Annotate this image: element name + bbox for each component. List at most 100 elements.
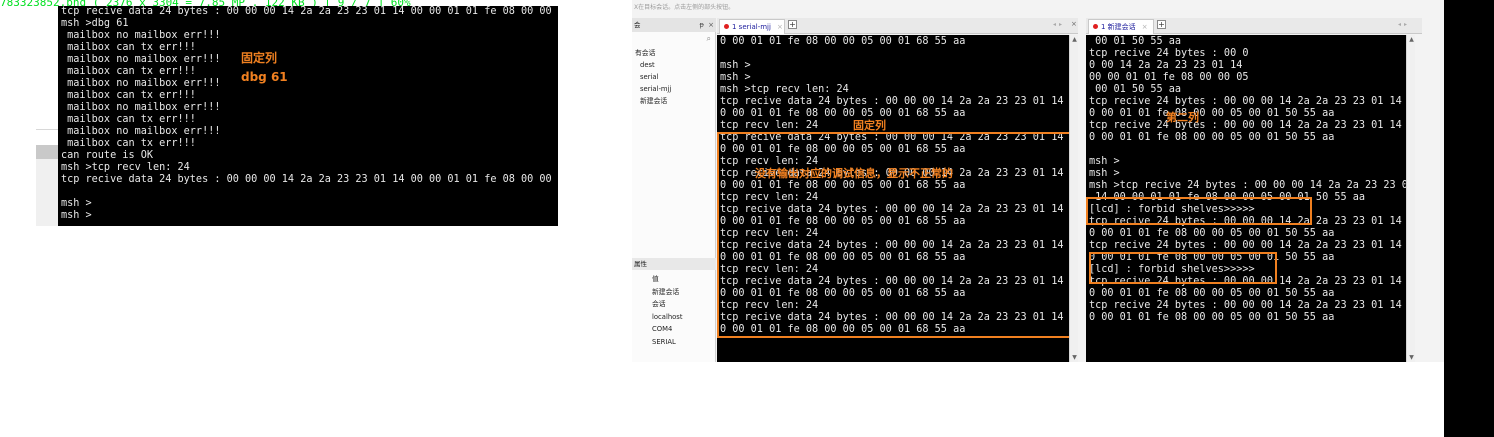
terminal-output: tcp recive data 24 bytes : 00 00 00 14 2…: [61, 6, 558, 222]
tab-scroll-arrows-icon[interactable]: ◂▸: [1053, 21, 1065, 28]
terminal-line: msh >dbg 61: [61, 18, 129, 29]
left-pane-scrollbar[interactable]: ▲ ▼: [1069, 35, 1078, 362]
scroll-down-icon[interactable]: ▼: [1407, 354, 1416, 361]
terminal-line: mailbox no mailbox err!!!: [61, 54, 221, 65]
terminal-line: 0 00 01 01 fe 08 00 00 05 00 01 50 55 aa: [1089, 108, 1335, 119]
search-icon[interactable]: ⌕: [707, 34, 711, 44]
tab-close-icon[interactable]: ×: [777, 23, 783, 31]
terminal-line: tcp recive 24 bytes : 00 0: [1089, 48, 1249, 59]
annotation-fixed-column: 固定列: [853, 119, 886, 132]
property-name: 新建会话: [652, 287, 680, 296]
annotation-no-debug-info: 没有输出对应的调试信息，显示不正常的: [755, 167, 953, 180]
property-protocol: SERIAL: [652, 337, 676, 346]
terminal-line: 0 00 01 01 fe 08 00 00 05 00 01 68 55 aa: [720, 108, 966, 119]
terminal-line: tcp recv len: 24: [720, 120, 819, 131]
property-port: COM4: [652, 325, 673, 333]
terminal-line: tcp recive data 24 bytes : 00 00 00 14 2…: [61, 174, 558, 185]
scroll-down-icon[interactable]: ▼: [1070, 354, 1079, 361]
terminal-line: 0 00 01 01 fe 08 00 00 05 00 01 50 55 aa: [1089, 312, 1335, 323]
terminal-line: msh >: [1089, 168, 1120, 179]
tab-label: 1 serial-mjj: [732, 23, 771, 31]
terminal-line: 0 00 14 2a 2a 23 23 01 14: [1089, 60, 1243, 71]
terminal-line: mailbox can tx err!!!: [61, 138, 196, 149]
session-item-serial-mjj[interactable]: serial-mjj: [635, 83, 671, 95]
terminal-line: 00 00 01 01 fe 08 00 00 05: [1089, 72, 1249, 83]
left-pane-tabbar: 1 serial-mjj × + ◂▸ ×: [717, 18, 1078, 34]
terminal-line: mailbox no mailbox err!!!: [61, 30, 221, 41]
serial-mjj-terminal[interactable]: 0 00 01 01 fe 08 00 00 05 00 01 68 55 aa…: [717, 35, 1069, 362]
scroll-up-icon[interactable]: ▲: [1070, 36, 1079, 43]
terminal-line: msh >: [1089, 156, 1120, 167]
right-pane-tabbar: 1 新建会话 × + ◂▸: [1086, 18, 1422, 34]
annotation-second-column: 第二列: [1166, 111, 1199, 124]
property-value-header: 值: [652, 275, 659, 283]
terminal-line: 00 01 50 55 aa: [1089, 36, 1182, 47]
terminal-line: msh >tcp recv len: 24: [720, 84, 849, 95]
properties-header: 属性: [632, 258, 716, 270]
session-item-serial[interactable]: serial: [635, 71, 671, 83]
terminal-line: 0 00 01 01 fe 08 00 00 05 00 01 50 55 aa: [1089, 288, 1335, 299]
pin-icon[interactable]: ᵽ: [699, 18, 704, 32]
terminal-line: 0 00 01 01 fe 08 00 00 05 00 01 50 55 aa: [1089, 228, 1335, 239]
scroll-up-icon[interactable]: ▲: [1407, 36, 1416, 43]
terminal-line: msh >tcp recive 24 bytes : 00 00 00 14 2…: [1089, 180, 1406, 191]
session-tree-root[interactable]: 有会话: [635, 47, 671, 59]
tab-label: 1 新建会话: [1101, 23, 1136, 31]
terminal-line: tcp recive data 24 bytes : 00 00 00 14 2…: [720, 96, 1069, 107]
terminal-line: msh >: [720, 72, 751, 83]
terminal-line: mailbox no mailbox err!!!: [61, 78, 221, 89]
terminal-line: 00 01 50 55 aa: [1089, 84, 1182, 95]
terminal-line: mailbox no mailbox err!!!: [61, 126, 221, 137]
toolbar-hint: X在目标会话。点击左侧的部头按钮。: [634, 4, 735, 11]
annotation-fixed-column: 固定列: [241, 51, 278, 65]
highlight-box-forbid-shelves: [1089, 252, 1277, 284]
close-icon[interactable]: ×: [708, 18, 714, 32]
property-type: 会话: [652, 300, 666, 308]
terminal-line: 0 00 01 01 fe 08 00 00 05 00 01 50 55 aa: [1089, 132, 1335, 143]
highlight-box-forbid-shelves: [1086, 197, 1312, 225]
tab-scroll-arrows-icon[interactable]: ◂▸: [1398, 21, 1410, 28]
property-host: localhost: [652, 312, 683, 321]
black-edge-strip: [1444, 0, 1494, 437]
terminal-line: tcp recive 24 bytes : 00 00 00 14 2a 2a …: [1089, 96, 1406, 107]
session-panel-title: 会: [634, 21, 641, 29]
terminal-line: msh >: [720, 60, 751, 71]
properties-list: 值 新建会话 会话 localhost COM4 SERIAL: [652, 273, 683, 348]
terminal-line: 0 00 01 01 fe 08 00 00 05 00 01 68 55 aa: [720, 36, 966, 47]
left-terminal[interactable]: tcp recive data 24 bytes : 00 00 00 14 2…: [58, 6, 558, 226]
terminal-line: mailbox no mailbox err!!!: [61, 102, 221, 113]
session-panel-header: 会 ᵽ ×: [632, 18, 716, 32]
gray-band: [36, 145, 58, 159]
new-tab-button[interactable]: +: [788, 20, 797, 29]
connection-status-icon: [1093, 24, 1098, 29]
pane-close-icon[interactable]: ×: [1071, 20, 1077, 28]
new-session-terminal[interactable]: 00 01 50 55 aa tcp recive 24 bytes : 00 0…: [1086, 35, 1406, 362]
new-tab-button[interactable]: +: [1157, 20, 1166, 29]
terminal-line: mailbox can tx err!!!: [61, 90, 196, 101]
session-item-new[interactable]: 新建会话: [635, 95, 671, 107]
session-item-dest[interactable]: dest: [635, 59, 671, 71]
terminal-line: mailbox can tx err!!!: [61, 66, 196, 77]
tab-serial-mjj[interactable]: 1 serial-mjj ×: [719, 19, 785, 34]
terminal-line: msh >: [61, 210, 92, 221]
session-manager-panel: 会 ᵽ × ⌕ 有会话 dest serial serial-mjj 新建会话 …: [632, 18, 716, 362]
right-pane-scrollbar[interactable]: ▲ ▼: [1406, 35, 1415, 362]
terminal-line: tcp recive 24 bytes : 00 00 00 14 2a 2a …: [1089, 300, 1406, 311]
terminal-line: tcp recive 24 bytes : 00 00 00 14 2a 2a …: [1089, 240, 1406, 251]
terminal-line: tcp recive 24 bytes : 00 00 00 14 2a 2a …: [1089, 120, 1406, 131]
terminal-line: mailbox can tx err!!!: [61, 42, 196, 53]
terminal-line: tcp recive data 24 bytes : 00 00 00 14 2…: [61, 6, 558, 17]
tab-close-icon[interactable]: ×: [1142, 23, 1148, 31]
session-tree: 有会话 dest serial serial-mjj 新建会话: [635, 47, 671, 107]
terminal-line: msh >tcp recv len: 24: [61, 162, 190, 173]
annotation-dbg-command: dbg 61: [241, 70, 288, 84]
tab-new-session[interactable]: 1 新建会话 ×: [1088, 19, 1154, 34]
terminal-app-window: X在目标会话。点击左侧的部头按钮。 会 ᵽ × ⌕ 有会话 dest seria…: [632, 0, 1444, 362]
terminal-line: can route is OK: [61, 150, 154, 161]
highlight-box-fixed-column: [717, 132, 1069, 338]
divider: [36, 129, 58, 130]
connection-status-icon: [724, 24, 729, 29]
